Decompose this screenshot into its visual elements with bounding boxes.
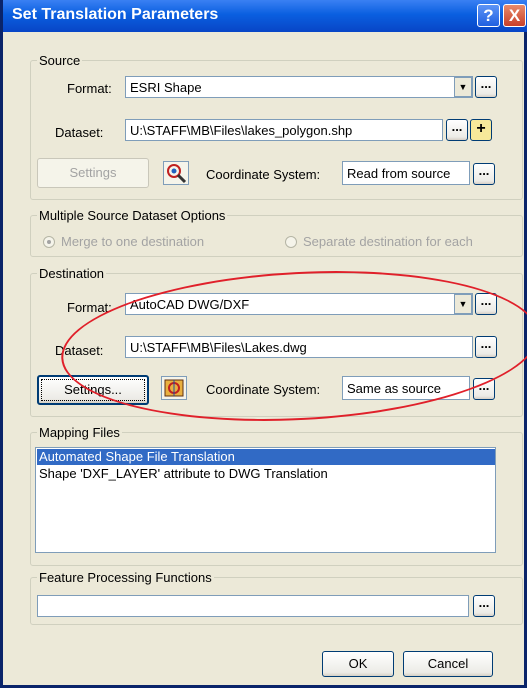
- source-format-label: Format:: [67, 81, 112, 96]
- separate-radio[interactable]: [285, 236, 297, 248]
- separate-radio-label: Separate destination for each: [303, 234, 473, 249]
- multi-source-group-label: Multiple Source Dataset Options: [37, 208, 228, 223]
- destination-group-label: Destination: [37, 266, 107, 281]
- source-dataset-input[interactable]: U:\STAFF\MB\Files\lakes_polygon.shp: [125, 119, 443, 141]
- close-button[interactable]: X: [503, 4, 526, 27]
- destination-format-dropdown-arrow[interactable]: ▼: [454, 294, 472, 314]
- title-bar[interactable]: Set Translation Parameters ? X: [3, 0, 527, 32]
- destination-dataset-input[interactable]: U:\STAFF\MB\Files\Lakes.dwg: [125, 336, 473, 358]
- mapping-file-item[interactable]: Shape 'DXF_LAYER' attribute to DWG Trans…: [37, 466, 495, 482]
- ok-button[interactable]: OK: [322, 651, 394, 677]
- source-format-browse-button[interactable]: ...: [475, 76, 497, 98]
- destination-coord-label: Coordinate System:: [206, 382, 321, 397]
- feature-group-label: Feature Processing Functions: [37, 570, 214, 585]
- source-coord-label: Coordinate System:: [206, 167, 321, 182]
- source-coord-browse-button[interactable]: ...: [473, 163, 495, 185]
- destination-dataset-browse-button[interactable]: ...: [475, 336, 497, 358]
- feature-processing-input[interactable]: [37, 595, 469, 617]
- mapping-files-list[interactable]: Automated Shape File Translation Shape '…: [35, 447, 496, 553]
- destination-format-label: Format:: [67, 300, 112, 315]
- cancel-button[interactable]: Cancel: [403, 651, 493, 677]
- destination-coord-browse-button[interactable]: ...: [473, 378, 495, 400]
- dialog-window: Set Translation Parameters ? X Source Fo…: [0, 0, 527, 688]
- source-dataset-label: Dataset:: [55, 125, 104, 140]
- destination-format-select[interactable]: AutoCAD DWG/DXF: [125, 293, 473, 315]
- source-dataset-add-button[interactable]: +: [470, 119, 492, 141]
- window-title: Set Translation Parameters: [12, 6, 219, 23]
- merge-radio[interactable]: [43, 236, 55, 248]
- mapping-file-item[interactable]: Automated Shape File Translation: [37, 449, 495, 465]
- source-settings-button[interactable]: Settings: [37, 158, 149, 188]
- source-format-select[interactable]: ESRI Shape: [125, 76, 473, 98]
- destination-settings-button[interactable]: Settings...: [37, 375, 149, 405]
- destination-format-browse-button[interactable]: ...: [475, 293, 497, 315]
- merge-radio-label: Merge to one destination: [61, 234, 205, 249]
- source-dataset-browse-button[interactable]: ...: [446, 119, 468, 141]
- feature-processing-browse-button[interactable]: ...: [473, 595, 495, 617]
- mapping-group-label: Mapping Files: [37, 425, 122, 440]
- destination-dataset-label: Dataset:: [55, 343, 104, 358]
- source-coord-inspect-icon[interactable]: [163, 161, 189, 185]
- source-group-label: Source: [37, 53, 83, 68]
- help-button[interactable]: ?: [477, 4, 500, 27]
- source-coord-input[interactable]: Read from source: [342, 161, 470, 185]
- destination-coord-input[interactable]: Same as source: [342, 376, 470, 400]
- destination-coord-inspect-icon[interactable]: [161, 376, 187, 400]
- source-format-dropdown-arrow[interactable]: ▼: [454, 77, 472, 97]
